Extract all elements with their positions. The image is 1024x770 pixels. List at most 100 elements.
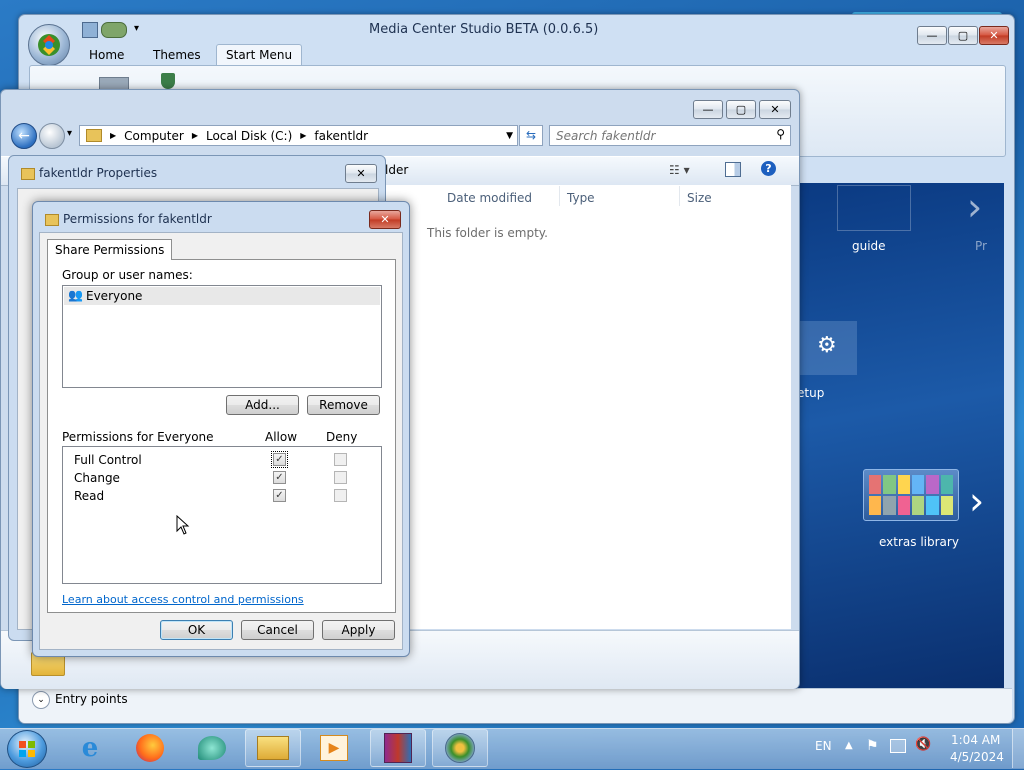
column-divider bbox=[679, 186, 680, 206]
media-center-studio-icon[interactable] bbox=[432, 729, 488, 767]
volume-muted-icon[interactable]: 🔇 bbox=[915, 737, 931, 752]
chevron-right-icon[interactable]: › bbox=[967, 185, 982, 229]
breadcrumb-local-disk[interactable]: Local Disk (C:) bbox=[206, 129, 292, 143]
quick-access-icon[interactable] bbox=[101, 22, 127, 38]
save-icon[interactable] bbox=[82, 22, 98, 38]
media-player-icon[interactable] bbox=[184, 729, 240, 767]
gear-icon: ⚙ bbox=[817, 333, 837, 358]
network-icon[interactable] bbox=[890, 739, 906, 753]
entry-points-bar bbox=[19, 688, 1012, 723]
mouse-cursor-icon bbox=[176, 514, 190, 538]
show-desktop-button[interactable] bbox=[1012, 729, 1024, 768]
entry-points-label[interactable]: Entry points bbox=[55, 692, 128, 706]
column-type[interactable]: Type bbox=[567, 191, 595, 205]
allow-header: Allow bbox=[265, 430, 298, 444]
permissions-list: Full Control ✓ Change ✓ Read ✓ bbox=[62, 446, 382, 584]
user-list[interactable]: 👥 Everyone bbox=[62, 285, 382, 388]
empty-folder-message: This folder is empty. bbox=[427, 226, 548, 240]
permissions-for-label: Permissions for Everyone bbox=[62, 430, 214, 444]
action-center-flag-icon[interactable]: ⚑ bbox=[866, 738, 879, 754]
file-list[interactable] bbox=[385, 185, 791, 629]
back-button[interactable]: ← bbox=[11, 123, 37, 149]
toolbar-fragment[interactable]: lder bbox=[385, 163, 408, 177]
tab-themes[interactable]: Themes bbox=[153, 48, 201, 62]
close-button[interactable]: ✕ bbox=[979, 26, 1009, 45]
search-input[interactable] bbox=[554, 126, 758, 145]
change-allow-checkbox[interactable]: ✓ bbox=[273, 471, 286, 484]
breadcrumb-separator-icon[interactable]: ▶ bbox=[192, 131, 198, 140]
tile-guide[interactable]: guide bbox=[852, 239, 886, 253]
language-indicator[interactable]: EN bbox=[815, 739, 832, 753]
clock-date[interactable]: 4/5/2024 bbox=[950, 750, 1004, 764]
start-button[interactable] bbox=[7, 730, 47, 768]
full-control-allow-checkbox[interactable]: ✓ bbox=[271, 451, 288, 468]
address-dropdown-icon[interactable]: ▼ bbox=[506, 131, 513, 141]
mcs-title: Media Center Studio BETA (0.0.6.5) bbox=[369, 22, 599, 37]
folder-icon bbox=[21, 168, 35, 180]
permissions-title: Permissions for fakentldr bbox=[63, 212, 212, 226]
cancel-button[interactable]: Cancel bbox=[241, 620, 314, 640]
search-icon[interactable]: ⚲ bbox=[776, 127, 785, 141]
apply-button[interactable]: Apply bbox=[322, 620, 395, 640]
extras-library-icon[interactable] bbox=[863, 469, 959, 521]
expand-entry-points-button[interactable]: ⌄ bbox=[32, 691, 50, 709]
tile-pr[interactable]: Pr bbox=[975, 239, 987, 253]
clock-time[interactable]: 1:04 AM bbox=[951, 733, 1000, 747]
column-date-modified[interactable]: Date modified bbox=[447, 191, 532, 205]
breadcrumb-separator-icon[interactable]: ▶ bbox=[300, 131, 306, 140]
read-allow-checkbox[interactable]: ✓ bbox=[273, 489, 286, 502]
chevron-right-icon[interactable]: › bbox=[969, 479, 984, 523]
breadcrumb-computer[interactable]: Computer bbox=[124, 129, 184, 143]
folder-icon bbox=[86, 129, 102, 142]
search-box[interactable]: ⚲ bbox=[549, 125, 791, 146]
refresh-button[interactable]: ⇆ bbox=[519, 125, 543, 146]
guide-tile-icon[interactable] bbox=[837, 185, 911, 231]
properties-close-button[interactable]: ✕ bbox=[345, 164, 377, 183]
ok-button[interactable]: OK bbox=[160, 620, 233, 640]
winrar-icon[interactable] bbox=[370, 729, 426, 767]
explorer-minimize-button[interactable]: — bbox=[693, 100, 723, 119]
internet-explorer-icon[interactable]: e bbox=[62, 729, 118, 767]
show-hidden-icons-icon[interactable]: ▲ bbox=[845, 740, 853, 751]
explorer-maximize-button[interactable]: ▢ bbox=[726, 100, 756, 119]
permission-change-label: Change bbox=[74, 471, 120, 485]
view-options-icon[interactable]: ☷ ▾ bbox=[669, 163, 690, 177]
app-orb-icon[interactable] bbox=[28, 24, 70, 66]
help-link[interactable]: Learn about access control and permissio… bbox=[62, 593, 304, 606]
explorer-close-button[interactable]: ✕ bbox=[759, 100, 791, 119]
recent-pages-dropdown-icon[interactable]: ▾ bbox=[67, 128, 72, 139]
properties-title: fakentldr Properties bbox=[39, 166, 158, 180]
column-size[interactable]: Size bbox=[687, 191, 712, 205]
maximize-button[interactable]: ▢ bbox=[948, 26, 978, 45]
firefox-icon[interactable] bbox=[122, 729, 178, 767]
preview-pane-icon[interactable] bbox=[725, 162, 741, 177]
tile-setup[interactable]: etup bbox=[797, 386, 824, 400]
user-list-item[interactable]: 👥 Everyone bbox=[64, 287, 380, 305]
tile-extras-library[interactable]: extras library bbox=[879, 535, 959, 549]
quick-access-dropdown-icon[interactable]: ▾ bbox=[134, 23, 139, 34]
tab-start-menu[interactable]: Start Menu bbox=[216, 44, 303, 65]
group-user-label: Group or user names: bbox=[62, 268, 193, 282]
minimize-button[interactable]: — bbox=[917, 26, 947, 45]
shield-icon[interactable] bbox=[161, 73, 175, 89]
breadcrumb-separator-icon[interactable]: ▶ bbox=[110, 131, 116, 140]
windows-media-player-icon[interactable]: ▶ bbox=[306, 729, 362, 767]
permissions-close-button[interactable]: ✕ bbox=[369, 210, 401, 229]
forward-button[interactable] bbox=[39, 123, 65, 149]
windows-explorer-icon[interactable] bbox=[245, 729, 301, 767]
deny-header: Deny bbox=[326, 430, 358, 444]
tab-home[interactable]: Home bbox=[89, 48, 124, 62]
breadcrumb-folder[interactable]: fakentldr bbox=[314, 129, 368, 143]
users-group-icon: 👥 bbox=[68, 288, 83, 302]
help-icon[interactable]: ? bbox=[761, 161, 776, 176]
permissions-dialog: Permissions for fakentldr ✕ Share Permis… bbox=[32, 201, 410, 657]
change-deny-checkbox[interactable] bbox=[334, 471, 347, 484]
read-deny-checkbox[interactable] bbox=[334, 489, 347, 502]
tab-share-permissions[interactable]: Share Permissions bbox=[47, 239, 173, 260]
media-center-preview: guide Pr › ⚙ etup extras library › bbox=[797, 183, 1004, 688]
full-control-deny-checkbox[interactable] bbox=[334, 453, 347, 466]
address-bar[interactable]: ▶ Computer ▶ Local Disk (C:) ▶ fakentldr… bbox=[79, 125, 518, 146]
add-button[interactable]: Add... bbox=[226, 395, 299, 415]
permission-full-control-label: Full Control bbox=[74, 453, 142, 467]
remove-button[interactable]: Remove bbox=[307, 395, 380, 415]
